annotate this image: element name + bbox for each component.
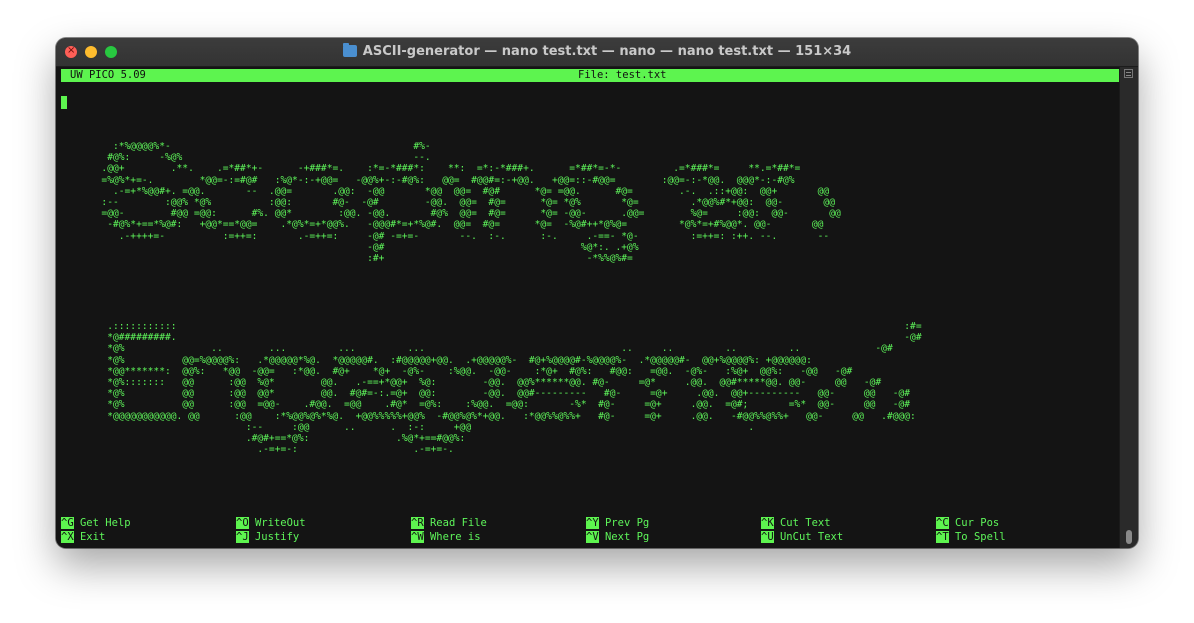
window-title-container: ASCII-generator — nano test.txt — nano —… bbox=[56, 43, 1138, 59]
help-to-spell[interactable]: ^T To Spell bbox=[936, 530, 1006, 544]
nano-header-bar: UW PICO 5.09 File: test.txt bbox=[61, 69, 1120, 82]
vertical-scrollbar[interactable] bbox=[1119, 67, 1138, 548]
nano-help-bar: ^G Get Help ^X Exit ^O WriteOut ^J Justi… bbox=[61, 516, 1120, 544]
help-cut-text[interactable]: ^K Cut Text bbox=[761, 516, 831, 530]
help-exit[interactable]: ^X Exit bbox=[61, 530, 105, 544]
help-cur-pos[interactable]: ^C Cur Pos bbox=[936, 516, 999, 530]
help-next-pg[interactable]: ^V Next Pg bbox=[586, 530, 649, 544]
help-where-is[interactable]: ^W Where is bbox=[411, 530, 481, 544]
help-writeout[interactable]: ^O WriteOut bbox=[236, 516, 306, 530]
ascii-art-word-2: .::::::::::: :#= *@#########. -@# *@% ..… bbox=[107, 321, 922, 456]
terminal-window: × ASCII-generator — nano test.txt — nano… bbox=[56, 38, 1138, 548]
text-cursor bbox=[61, 96, 67, 109]
nano-version: UW PICO 5.09 bbox=[70, 69, 146, 81]
nano-filename: File: test.txt bbox=[578, 69, 667, 81]
ascii-art-word-1: :*%@@@@%*- #%- #@%: -%@% --. .@@+ .**. .… bbox=[101, 141, 841, 265]
help-read-file[interactable]: ^R Read File bbox=[411, 516, 487, 530]
window-title: ASCII-generator — nano test.txt — nano —… bbox=[362, 44, 852, 59]
help-justify[interactable]: ^J Justify bbox=[236, 530, 299, 544]
title-bar[interactable]: × ASCII-generator — nano test.txt — nano… bbox=[56, 38, 1138, 67]
scroll-menu-icon[interactable] bbox=[1124, 69, 1133, 78]
help-uncut-text[interactable]: ^U UnCut Text bbox=[761, 530, 843, 544]
terminal-content[interactable]: UW PICO 5.09 File: test.txt :*%@@@@%*- #… bbox=[56, 67, 1120, 548]
help-prev-pg[interactable]: ^Y Prev Pg bbox=[586, 516, 649, 530]
folder-icon bbox=[342, 43, 357, 57]
help-get-help[interactable]: ^G Get Help bbox=[61, 516, 131, 530]
scroll-thumb[interactable] bbox=[1126, 530, 1132, 544]
